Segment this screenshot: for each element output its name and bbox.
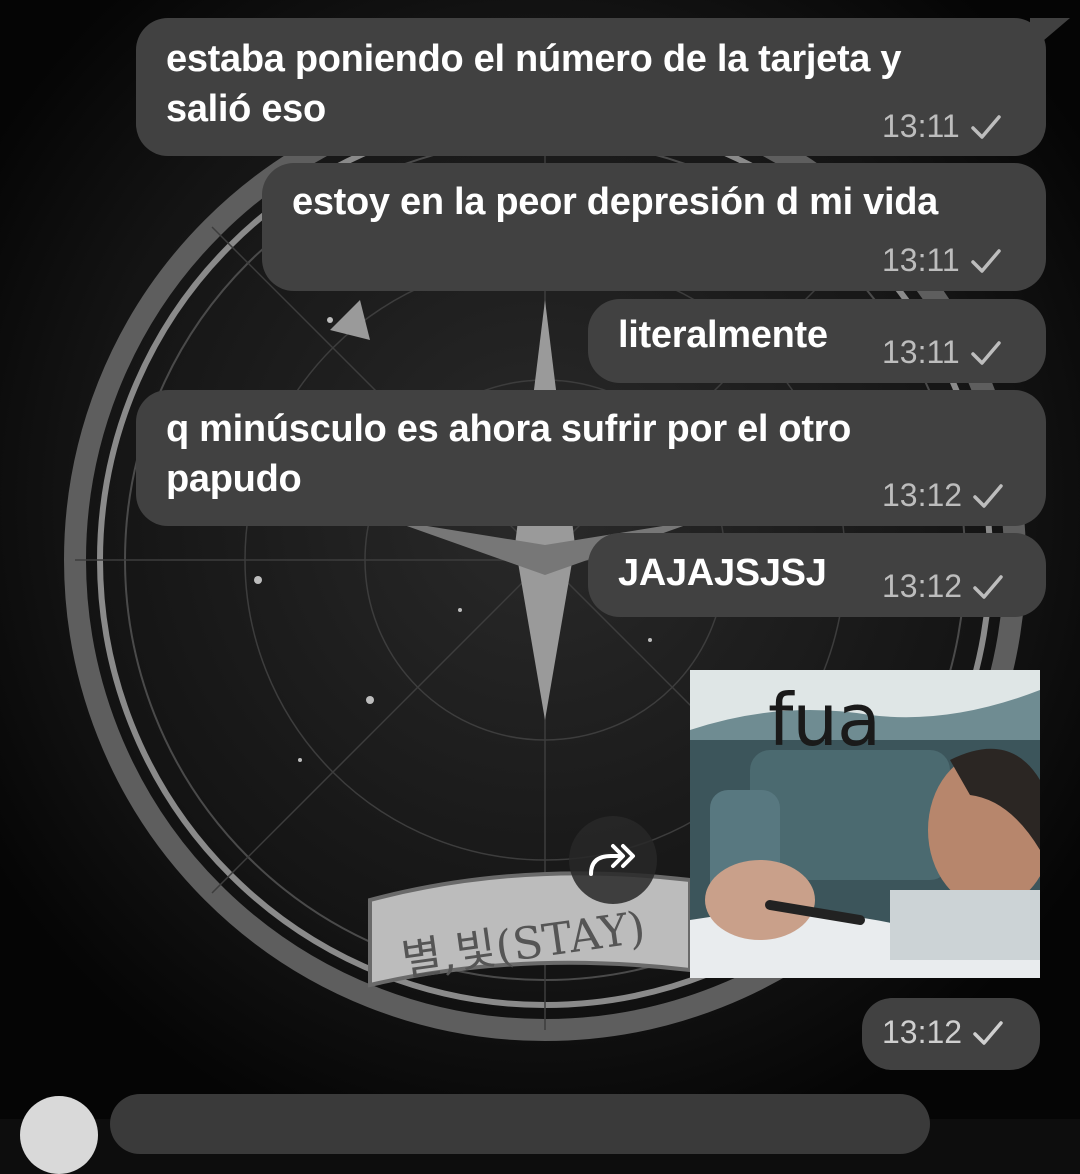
- message-text: JAJAJSJSJ: [618, 552, 827, 594]
- message-bubble[interactable]: [110, 1094, 930, 1154]
- sticker-image[interactable]: fua: [690, 670, 1040, 978]
- check-icon: [970, 340, 1001, 365]
- message-meta: 13:12: [882, 568, 1004, 605]
- message-time: 13:11: [882, 108, 960, 144]
- message-meta: 13:11: [882, 242, 1002, 279]
- message-time: 13:12: [882, 477, 963, 513]
- message-text: literalmente: [618, 314, 828, 356]
- message-text: papudo: [166, 458, 302, 500]
- message-meta: 13:12: [882, 477, 1004, 514]
- check-icon: [970, 114, 1001, 139]
- check-icon: [973, 574, 1003, 599]
- forward-button[interactable]: [569, 816, 657, 904]
- message-time: 13:11: [882, 334, 960, 370]
- check-icon: [973, 483, 1003, 508]
- message-meta: 13:12: [882, 1014, 1004, 1051]
- message-time: 13:11: [882, 242, 960, 278]
- message-text: estoy en la peor depresión d mi vida: [292, 181, 938, 223]
- bubble-tail: [1030, 18, 1070, 52]
- check-icon: [970, 248, 1001, 273]
- message-text: q minúsculo es ahora sufrir por el otro: [166, 408, 852, 450]
- message-meta: 13:11: [882, 108, 1002, 145]
- check-icon: [973, 1020, 1003, 1045]
- message-text: estaba poniendo el número de la tarjeta …: [166, 38, 902, 80]
- sticker-caption: fua: [768, 678, 881, 762]
- message-time: 13:12: [882, 1014, 963, 1050]
- message-text: salió eso: [166, 88, 326, 130]
- forward-icon: [589, 844, 635, 876]
- message-meta: 13:11: [882, 334, 1002, 371]
- message-time: 13:12: [882, 568, 963, 604]
- avatar[interactable]: [20, 1096, 98, 1174]
